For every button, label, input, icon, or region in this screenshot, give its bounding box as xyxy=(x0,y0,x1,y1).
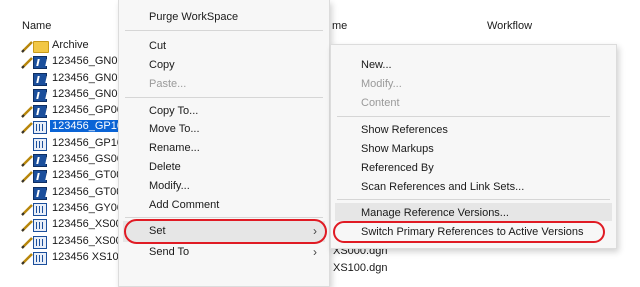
list-item[interactable]: 123456_GP100 xyxy=(0,136,130,152)
background-file-name: XS100.dgn xyxy=(333,262,388,274)
menu-item-copy[interactable]: Copy xyxy=(149,59,175,71)
menu-item-send-to[interactable]: Send To xyxy=(149,246,189,258)
pencil-icon xyxy=(20,219,34,233)
file-name: Archive xyxy=(52,39,89,51)
pencil-icon xyxy=(20,40,34,53)
list-item-selected[interactable]: 123456_GP100 xyxy=(0,119,132,135)
list-item[interactable]: 123456_GY001 xyxy=(0,201,130,217)
microstation-doc-icon xyxy=(33,170,47,184)
annotation-highlight-set xyxy=(124,219,327,244)
microstation-doc-icon xyxy=(33,154,47,168)
submenu-item-scan-references[interactable]: Scan References and Link Sets... xyxy=(361,181,524,193)
submenu-item-new[interactable]: New... xyxy=(361,59,392,71)
list-item[interactable]: 123456_GN001 xyxy=(0,71,130,87)
microstation-doc-icon xyxy=(33,72,47,86)
menu-item-paste[interactable]: Paste... xyxy=(149,78,186,90)
menu-separator xyxy=(337,199,610,200)
list-item[interactable]: 123456_GT001 xyxy=(0,185,130,201)
folder-icon xyxy=(33,41,49,53)
list-item[interactable]: 123456_GN001 xyxy=(0,87,130,103)
microstation-doc-icon xyxy=(33,88,47,102)
list-item[interactable]: 123456_XS001 xyxy=(0,234,130,250)
menu-item-cut[interactable]: Cut xyxy=(149,40,166,52)
pencil-icon xyxy=(20,252,34,265)
sheet-doc-icon xyxy=(33,235,47,249)
menu-item-delete[interactable]: Delete xyxy=(149,161,181,173)
submenu-item-referenced-by[interactable]: Referenced By xyxy=(361,162,434,174)
menu-separator xyxy=(125,217,323,218)
pencil-icon xyxy=(20,105,34,119)
file-name: 123456_GT001 xyxy=(52,169,129,182)
sheet-doc-icon xyxy=(33,202,47,216)
submenu-item-content[interactable]: Content xyxy=(361,97,400,109)
pencil-icon xyxy=(20,236,34,249)
sheet-doc-icon xyxy=(33,121,47,135)
sheet-doc-icon xyxy=(33,251,47,265)
menu-item-move-to[interactable]: Move To... xyxy=(149,123,200,135)
sheet-doc-icon xyxy=(33,137,47,151)
pencil-icon xyxy=(20,121,34,135)
menu-item-purge-workspace[interactable]: Purge WorkSpace xyxy=(149,11,238,23)
list-item[interactable]: 123456_XS000 xyxy=(0,217,130,233)
list-item[interactable]: 123456 XS100 xyxy=(0,250,130,266)
list-item[interactable]: 123456_GT001 xyxy=(0,168,130,184)
file-name: 123456_GT001 xyxy=(52,185,129,198)
annotation-highlight-switch-primary xyxy=(333,221,605,243)
submenu-item-show-markups[interactable]: Show Markups xyxy=(361,143,434,155)
menu-item-modify[interactable]: Modify... xyxy=(149,180,190,192)
menu-item-copy-to[interactable]: Copy To... xyxy=(149,105,198,117)
pencil-icon xyxy=(20,203,34,216)
column-header-workflow[interactable]: Workflow xyxy=(487,20,532,32)
submenu-item-modify[interactable]: Modify... xyxy=(361,78,402,90)
column-header-name-right[interactable]: me xyxy=(332,20,347,32)
list-item[interactable]: Archive xyxy=(0,38,130,54)
column-header-name[interactable]: Name xyxy=(22,20,51,32)
list-item[interactable]: 123456_GN001 xyxy=(0,54,130,70)
menu-separator xyxy=(125,97,323,98)
pencil-icon xyxy=(20,170,34,184)
submenu-item-manage-reference-versions[interactable]: Manage Reference Versions... xyxy=(361,207,509,219)
chevron-right-icon: › xyxy=(313,245,317,259)
file-name: 123456_XS000 xyxy=(52,218,128,231)
set-submenu: New... Modify... Content Show References… xyxy=(330,44,617,249)
pencil-icon xyxy=(20,154,34,167)
menu-item-rename[interactable]: Rename... xyxy=(149,142,200,154)
pencil-icon xyxy=(20,56,34,70)
list-item[interactable]: 123456_GS001 xyxy=(0,152,130,168)
file-name: 123456_XS001 xyxy=(52,234,128,247)
sheet-doc-icon xyxy=(33,219,47,233)
menu-separator xyxy=(337,116,610,117)
menu-separator xyxy=(125,30,323,31)
menu-item-add-comment[interactable]: Add Comment xyxy=(149,199,219,211)
microstation-doc-icon xyxy=(33,56,47,70)
microstation-doc-icon xyxy=(33,105,47,119)
submenu-item-show-references[interactable]: Show References xyxy=(361,124,448,136)
file-list: Archive 123456_GN001 123456_GN001 123456… xyxy=(0,38,132,266)
file-name: 123456 XS100 xyxy=(52,250,125,263)
microstation-doc-icon xyxy=(33,186,47,200)
list-item[interactable]: 123456_GP000 xyxy=(0,103,130,119)
